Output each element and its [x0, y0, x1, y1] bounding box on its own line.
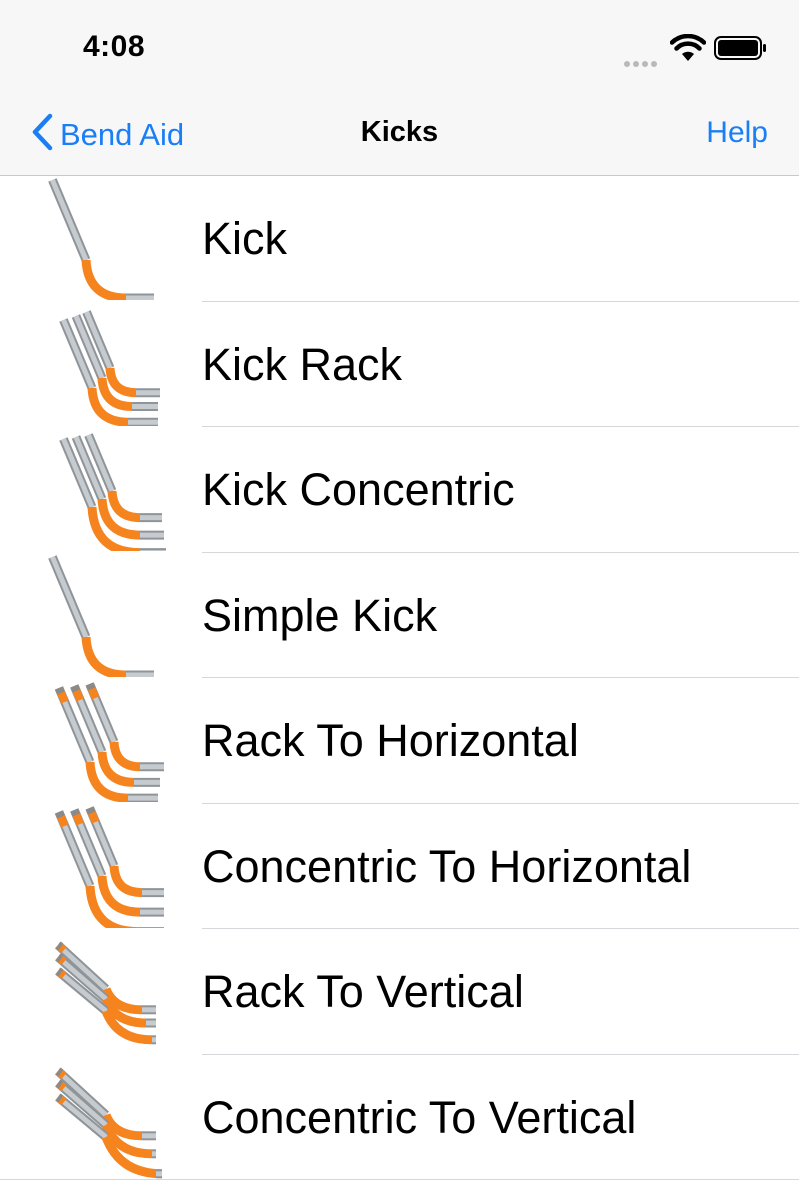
- status-bar: 4:08: [0, 0, 799, 96]
- list-item-kick[interactable]: Kick: [0, 176, 799, 303]
- list-item-rack-to-horizontal[interactable]: Rack To Horizontal: [0, 678, 799, 804]
- navigation-bar: Bend Aid Kicks Help: [0, 96, 799, 176]
- row-divider: [0, 1179, 799, 1180]
- list-item-label: Concentric To Horizontal: [202, 840, 692, 892]
- rack-to-vertical-icon: [44, 931, 169, 1053]
- list-item-kick-concentric[interactable]: Kick Concentric: [0, 427, 799, 558]
- simple-kick-icon: [44, 554, 169, 679]
- list-item-simple-kick[interactable]: Simple Kick: [0, 553, 799, 679]
- top-bar: 4:08 Bend Aid Kicks Help: [0, 0, 799, 176]
- rack-to-horizontal-icon: [44, 680, 169, 803]
- list-item-concentric-to-vertical[interactable]: Concentric To Vertical: [0, 1055, 799, 1180]
- list-item-rack-to-vertical[interactable]: Rack To Vertical: [0, 929, 799, 1055]
- list-item-concentric-to-horizontal[interactable]: Concentric To Horizontal: [0, 804, 799, 936]
- list-item-label: Kick Rack: [202, 338, 403, 390]
- list-item-label: Simple Kick: [202, 589, 438, 641]
- list-item-label: Concentric To Vertical: [202, 1091, 637, 1143]
- list-item-kick-rack[interactable]: Kick Rack: [0, 302, 799, 427]
- concentric-to-horizontal-icon: [44, 805, 169, 936]
- signal-dots-icon: [624, 54, 660, 72]
- status-time: 4:08: [83, 30, 146, 63]
- list-item-label: Rack To Vertical: [202, 966, 524, 1017]
- concentric-to-vertical-icon: [44, 1057, 169, 1179]
- help-button[interactable]: Help: [706, 116, 768, 150]
- battery-icon: [714, 36, 768, 65]
- kick-list: Kick Kick Rack Kick Concentric Simple Kick R…: [0, 176, 799, 1180]
- list-item-label: Kick: [202, 213, 288, 264]
- kick-concentric-icon: [44, 429, 169, 558]
- list-item-label: Kick Concentric: [202, 464, 515, 515]
- kick-rack-icon: [44, 304, 169, 427]
- kick-icon: [44, 178, 169, 303]
- list-item-label: Rack To Horizontal: [202, 715, 579, 766]
- wifi-icon: [669, 33, 707, 67]
- page-title: Kicks: [360, 116, 439, 148]
